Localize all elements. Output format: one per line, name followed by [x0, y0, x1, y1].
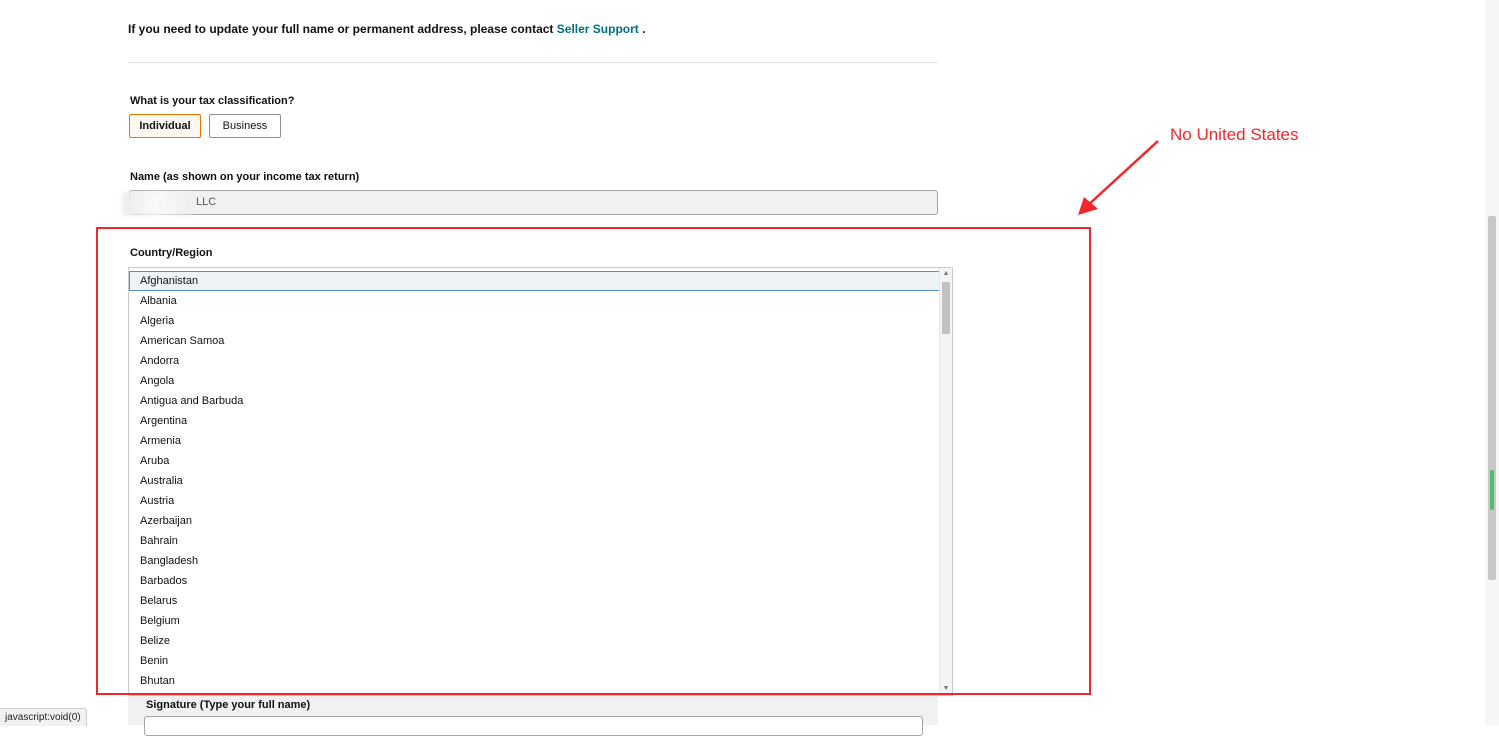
- notice-text: If you need to update your full name or …: [128, 22, 554, 36]
- annotation-arrow-icon: [1078, 140, 1159, 215]
- name-label: Name (as shown on your income tax return…: [130, 171, 360, 183]
- browser-status-bar: javascript:void(0): [0, 708, 87, 726]
- support-notice: If you need to update your full name or …: [128, 22, 645, 36]
- tax-classification-label: What is your tax classification?: [130, 95, 295, 107]
- annotation-highlight-box: [96, 227, 1091, 695]
- individual-button[interactable]: Individual: [129, 114, 201, 138]
- notice-end: .: [642, 22, 646, 36]
- business-button[interactable]: Business: [209, 114, 281, 138]
- page-scrollbar[interactable]: [1485, 0, 1499, 725]
- seller-support-link[interactable]: Seller Support: [557, 22, 639, 36]
- signature-label: Signature (Type your full name): [146, 699, 311, 711]
- name-input[interactable]: LLC: [129, 190, 938, 215]
- redacted-blur: [122, 192, 192, 216]
- signature-input[interactable]: [144, 716, 923, 736]
- scroll-position-marker: [1490, 470, 1494, 510]
- annotation-text: No United States: [1170, 125, 1299, 144]
- section-divider: [128, 62, 938, 63]
- page-scroll-thumb[interactable]: [1488, 216, 1496, 580]
